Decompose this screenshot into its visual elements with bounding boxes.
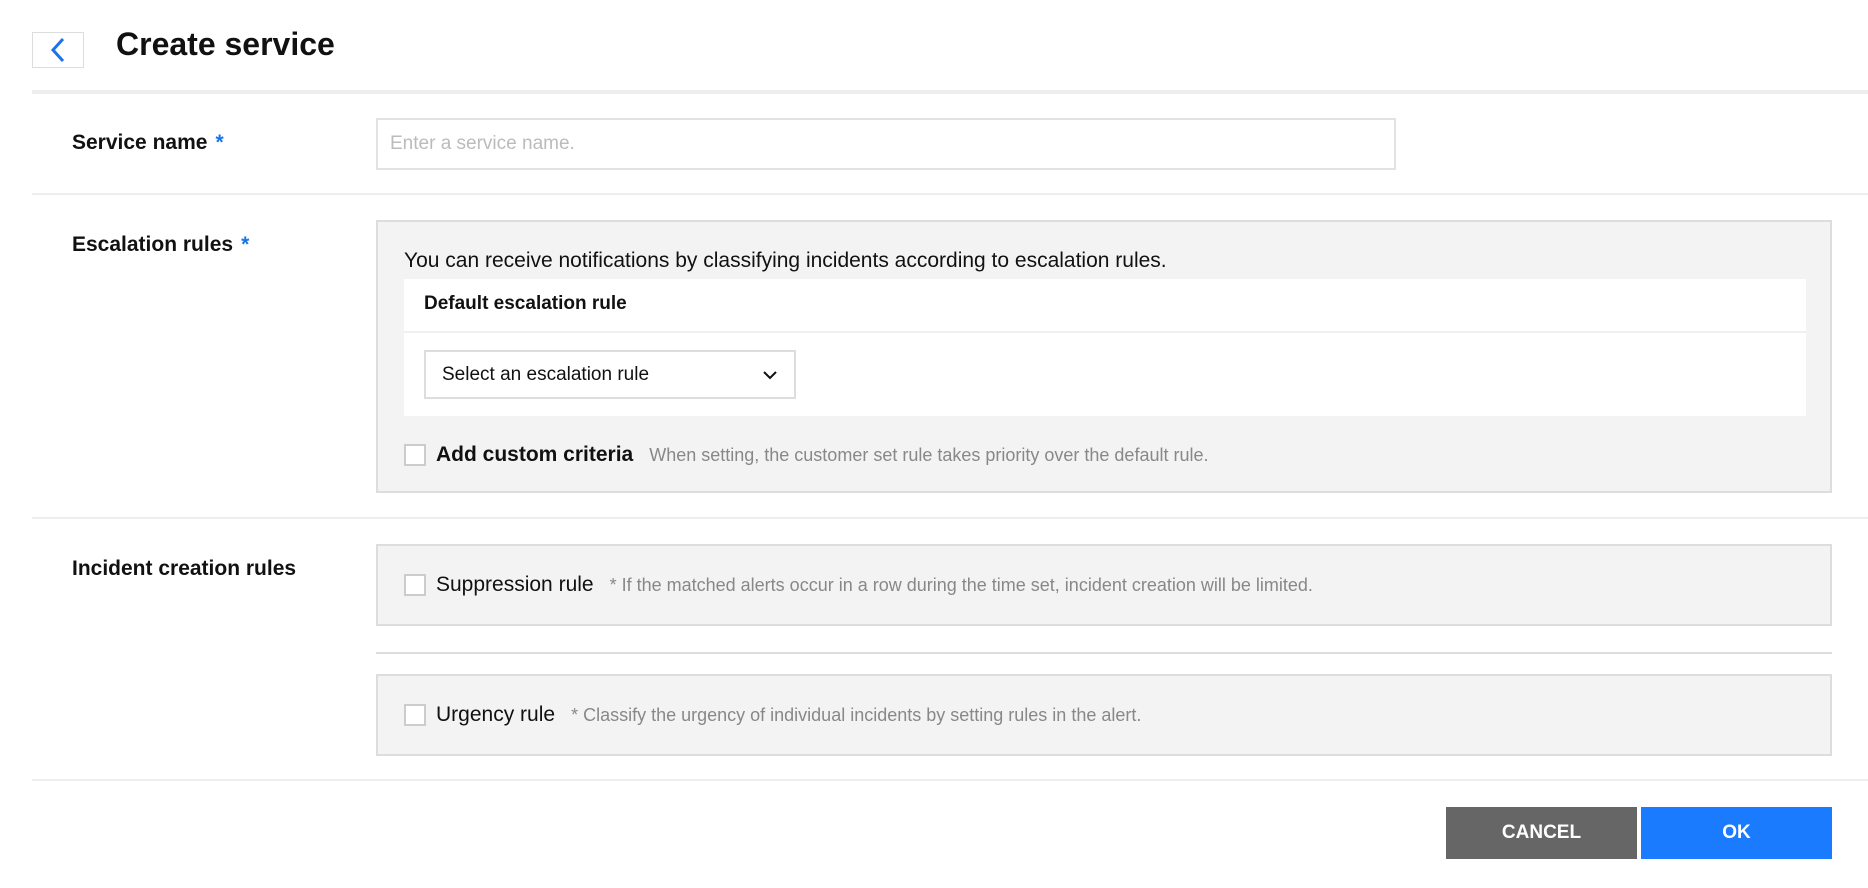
escalation-rule-select[interactable]: Select an escalation rule bbox=[424, 350, 796, 399]
urgency-checkbox[interactable] bbox=[404, 704, 426, 726]
ok-button[interactable]: OK bbox=[1641, 807, 1832, 859]
chevron-down-icon bbox=[763, 370, 777, 379]
default-rule-heading: Default escalation rule bbox=[424, 293, 627, 314]
incident-rules-label: Incident creation rules bbox=[72, 557, 297, 580]
page-title: Create service bbox=[116, 26, 335, 62]
header-divider bbox=[32, 90, 1868, 94]
suppression-label: Suppression rule bbox=[436, 573, 594, 596]
service-name-label: Service name * bbox=[72, 131, 224, 154]
suppression-row: Suppression rule * If the matched alerts… bbox=[404, 573, 1313, 597]
panel-divider bbox=[404, 331, 1806, 333]
divider bbox=[32, 517, 1868, 519]
custom-criteria-row: Add custom criteria When setting, the cu… bbox=[404, 443, 1208, 467]
urgency-row: Urgency rule * Classify the urgency of i… bbox=[404, 703, 1141, 727]
urgency-label: Urgency rule bbox=[436, 703, 556, 726]
suppression-hint: * If the matched alerts occur in a row d… bbox=[609, 574, 1313, 595]
service-name-input[interactable] bbox=[376, 118, 1396, 170]
divider bbox=[32, 779, 1868, 781]
back-button[interactable] bbox=[32, 32, 84, 68]
suppression-checkbox[interactable] bbox=[404, 574, 426, 596]
custom-criteria-hint: When setting, the customer set rule take… bbox=[649, 444, 1209, 465]
select-value: Select an escalation rule bbox=[442, 363, 650, 385]
escalation-description: You can receive notifications by classif… bbox=[404, 249, 1167, 272]
divider bbox=[376, 652, 1832, 654]
cancel-button[interactable]: CANCEL bbox=[1446, 807, 1637, 859]
escalation-rules-label: Escalation rules * bbox=[72, 233, 250, 256]
custom-criteria-checkbox[interactable] bbox=[404, 444, 426, 466]
divider bbox=[32, 193, 1868, 195]
urgency-hint: * Classify the urgency of individual inc… bbox=[571, 704, 1142, 725]
custom-criteria-label: Add custom criteria bbox=[436, 443, 634, 466]
chevron-left-icon bbox=[50, 37, 65, 63]
